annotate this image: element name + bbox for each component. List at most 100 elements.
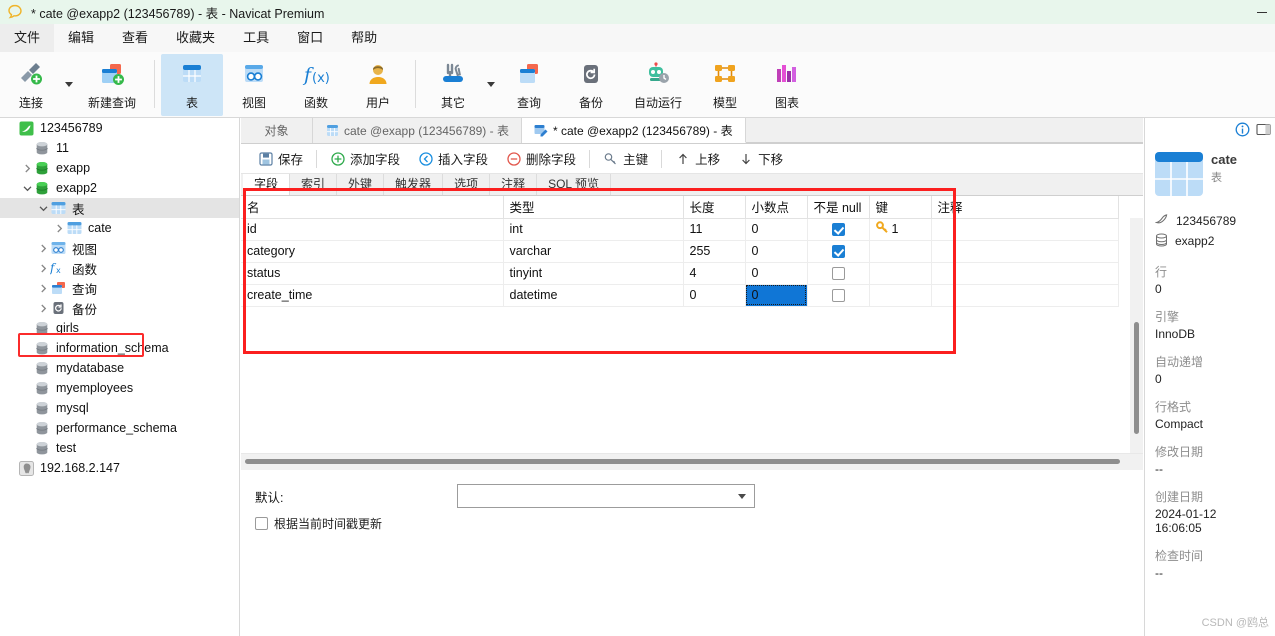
cell-field-decimals[interactable]: 0 [745, 262, 808, 285]
cell-field-name[interactable]: create_time [241, 284, 504, 307]
table-row[interactable]: status tinyint 4 0 [241, 262, 1119, 285]
object-tree-sidebar[interactable]: 123456789 11 exapp exapp2 表 cate 视图 f x 函数 查询 备份 gir… [0, 118, 240, 636]
subtab-indexes[interactable]: 索引 [290, 174, 338, 195]
cell-field-comment[interactable] [931, 262, 1119, 285]
chevron-right-icon[interactable] [36, 278, 50, 298]
tree-item-mydatabase[interactable]: mydatabase [0, 358, 239, 378]
cell-field-comment[interactable] [931, 284, 1119, 307]
delete-field-button[interactable]: 删除字段 [497, 146, 585, 172]
chevron-right-icon[interactable] [36, 298, 50, 318]
col-comment[interactable]: 注释 [931, 196, 1119, 219]
col-name[interactable]: 名 [241, 196, 504, 219]
move-up-button[interactable]: 上移 [666, 146, 729, 172]
subtab-fields[interactable]: 字段 [243, 174, 291, 195]
chevron-right-icon[interactable] [52, 218, 66, 238]
chevron-down-icon[interactable] [20, 178, 34, 198]
subtab-foreign-keys[interactable]: 外键 [337, 174, 385, 195]
col-type[interactable]: 类型 [503, 196, 684, 219]
fields-grid[interactable]: 名 类型 长度 小数点 不是 null 键 注释 id int 11 0 1 catego… [241, 196, 1119, 307]
ribbon-other[interactable]: 其它 [422, 54, 484, 116]
ribbon-backup[interactable]: 备份 [560, 54, 622, 116]
menu-tools[interactable]: 工具 [229, 24, 283, 52]
col-not-null[interactable]: 不是 null [807, 196, 870, 219]
update-on-timestamp-checkbox[interactable] [255, 517, 268, 530]
ribbon-automation[interactable]: 自动运行 [622, 54, 694, 116]
ribbon-connection-dropdown[interactable] [62, 52, 76, 114]
tree-item-test[interactable]: test [0, 438, 239, 458]
table-row[interactable]: create_time datetime 0 0 [241, 284, 1119, 307]
ribbon-new-query[interactable]: 新建查询 [76, 54, 148, 116]
table-row[interactable]: category varchar 255 0 [241, 240, 1119, 263]
menu-favorites[interactable]: 收藏夹 [162, 24, 229, 52]
info-circle-icon[interactable] [1235, 122, 1250, 140]
grid-vertical-scrollbar-track[interactable] [1130, 218, 1143, 453]
cell-field-type[interactable]: tinyint [503, 262, 684, 285]
table-row[interactable]: id int 11 0 1 [241, 218, 1119, 241]
tab-cate-exapp[interactable]: cate @exapp (123456789) - 表 [313, 118, 522, 143]
cell-field-key[interactable] [869, 240, 932, 263]
chevron-right-icon[interactable] [36, 258, 50, 278]
not-null-checkbox[interactable] [831, 223, 845, 237]
subtab-comment[interactable]: 注释 [490, 174, 538, 195]
not-null-checkbox[interactable] [831, 245, 845, 259]
tree-item-girls[interactable]: girls [0, 318, 239, 338]
tree-item-123456789[interactable]: 123456789 [0, 118, 239, 138]
cell-field-type[interactable]: varchar [503, 240, 684, 263]
menu-window[interactable]: 窗口 [283, 24, 337, 52]
cell-field-type[interactable]: int [503, 218, 684, 241]
cell-field-not-null[interactable] [807, 262, 870, 285]
not-null-checkbox[interactable] [831, 289, 845, 303]
cell-field-decimals[interactable]: 0 [745, 218, 808, 241]
save-button[interactable]: 保存 [249, 146, 312, 172]
tree-item-[interactable]: 备份 [0, 298, 239, 318]
subtab-triggers[interactable]: 触发器 [384, 174, 444, 195]
cell-field-key[interactable]: 1 [869, 218, 932, 241]
col-key[interactable]: 键 [869, 196, 932, 219]
tree-item-myemployees[interactable]: myemployees [0, 378, 239, 398]
tab-objects[interactable]: 对象 [241, 118, 313, 143]
tree-item-performance_schema[interactable]: performance_schema [0, 418, 239, 438]
subtab-options[interactable]: 选项 [443, 174, 491, 195]
col-length[interactable]: 长度 [683, 196, 746, 219]
ribbon-other-dropdown[interactable] [484, 52, 498, 114]
tree-item-mysql[interactable]: mysql [0, 398, 239, 418]
ribbon-model[interactable]: 模型 [694, 54, 756, 116]
cell-field-key[interactable] [869, 284, 932, 307]
insert-field-button[interactable]: 插入字段 [409, 146, 497, 172]
tree-item-exapp2[interactable]: exapp2 [0, 178, 239, 198]
cell-field-length[interactable]: 255 [683, 240, 746, 263]
chevron-down-icon[interactable] [36, 198, 50, 218]
cell-field-comment[interactable] [931, 218, 1119, 241]
menu-help[interactable]: 帮助 [337, 24, 391, 52]
tree-item-[interactable]: 查询 [0, 278, 239, 298]
cell-field-type[interactable]: datetime [503, 284, 684, 307]
cell-field-decimals[interactable]: 0 [745, 240, 808, 263]
chevron-right-icon[interactable] [36, 238, 50, 258]
grid-horizontal-scrollbar-thumb[interactable] [245, 459, 1120, 464]
ribbon-user[interactable]: 用户 [347, 54, 409, 116]
cell-field-name[interactable]: id [241, 218, 504, 241]
cell-field-length[interactable]: 11 [683, 218, 746, 241]
ribbon-chart[interactable]: 图表 [756, 54, 818, 116]
grid-vertical-scrollbar-thumb[interactable] [1134, 322, 1139, 434]
tree-item-exapp[interactable]: exapp [0, 158, 239, 178]
ribbon-query[interactable]: 查询 [498, 54, 560, 116]
tree-item-[interactable]: 表 [0, 198, 239, 218]
tree-item-information_schema[interactable]: information_schema [0, 338, 239, 358]
fields-grid-container[interactable]: 名 类型 长度 小数点 不是 null 键 注释 id int 11 0 1 catego… [241, 196, 1143, 454]
ribbon-table[interactable]: 表 [161, 54, 223, 116]
cell-field-not-null[interactable] [807, 284, 870, 307]
move-down-button[interactable]: 下移 [729, 146, 792, 172]
tree-item-192.168.2.147[interactable]: 192.168.2.147 [0, 458, 239, 478]
cell-field-name[interactable]: category [241, 240, 504, 263]
cell-field-length[interactable]: 4 [683, 262, 746, 285]
cell-field-length[interactable]: 0 [683, 284, 746, 307]
grid-horizontal-scrollbar-track[interactable] [241, 454, 1143, 470]
primary-key-button[interactable]: 主键 [594, 146, 657, 172]
cell-field-key[interactable] [869, 262, 932, 285]
not-null-checkbox[interactable] [831, 267, 845, 281]
tree-item-11[interactable]: 11 [0, 138, 239, 158]
tab-cate-exapp2[interactable]: * cate @exapp2 (123456789) - 表 [521, 118, 746, 143]
subtab-sql-preview[interactable]: SQL 预览 [537, 174, 611, 195]
update-on-timestamp-row[interactable]: 根据当前时间戳更新 [255, 515, 1143, 532]
